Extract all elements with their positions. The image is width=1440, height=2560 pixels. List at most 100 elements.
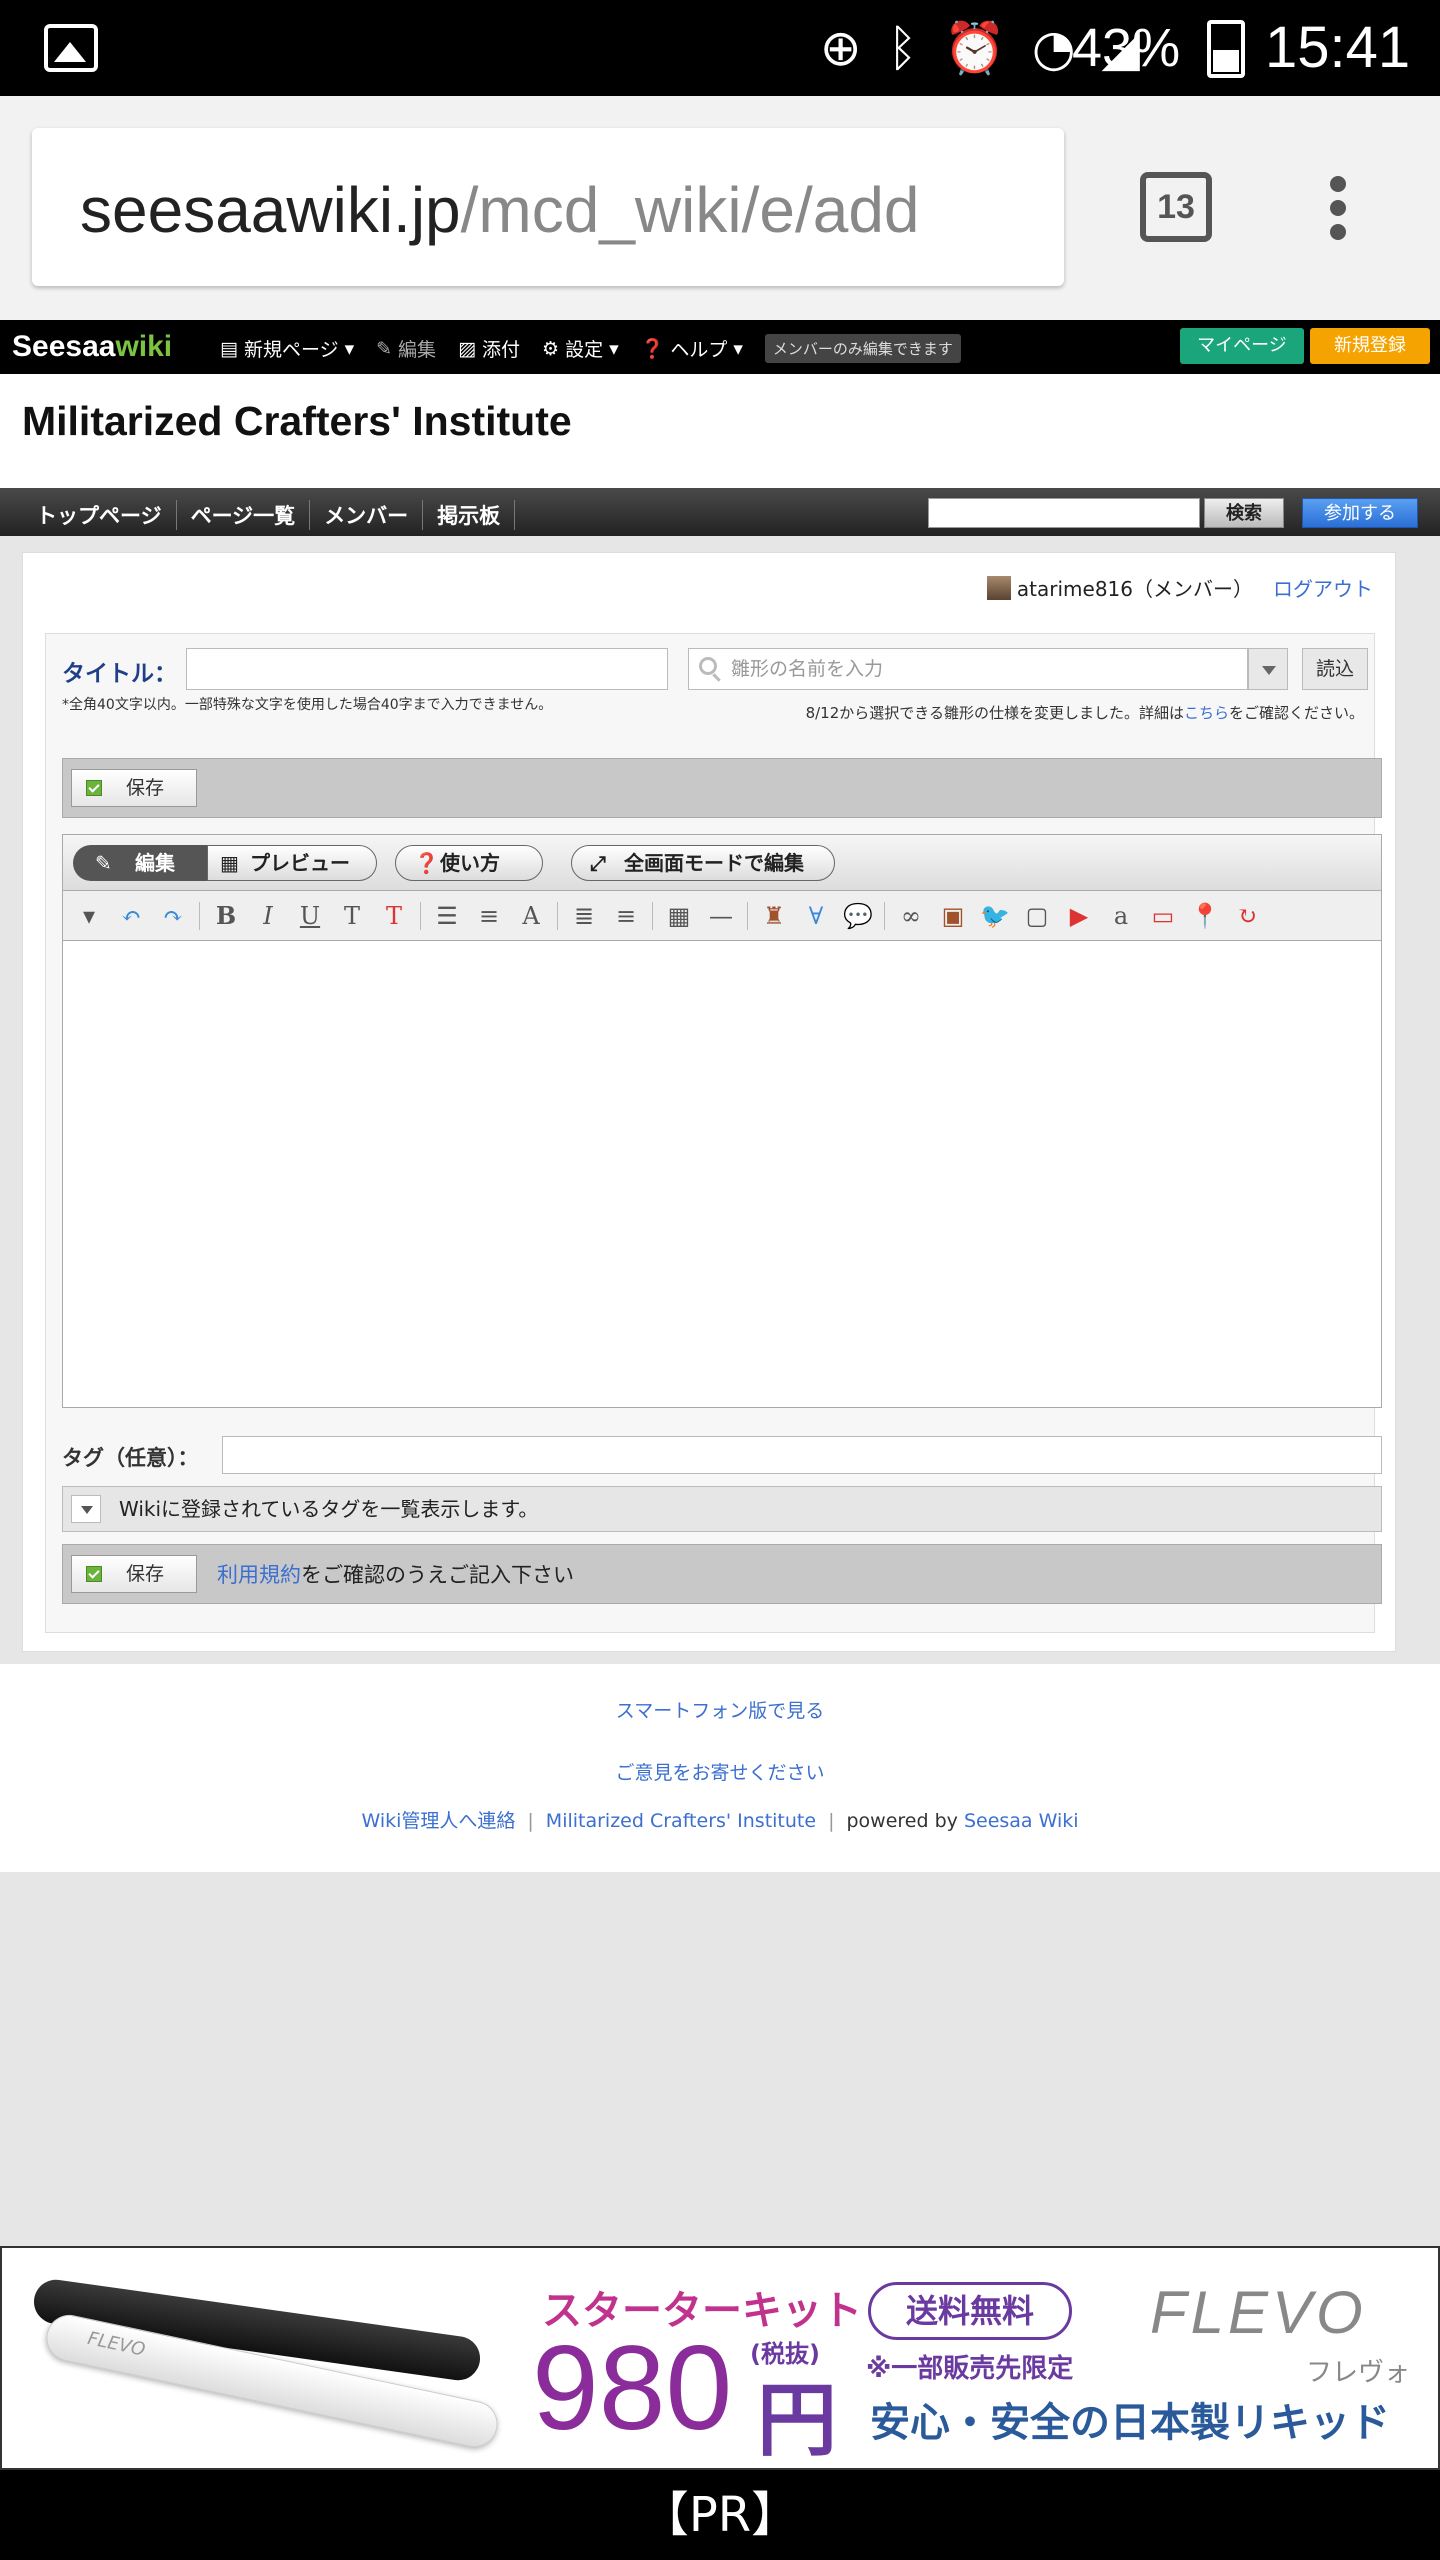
details-link[interactable]: こちら (1184, 704, 1229, 722)
image-icon[interactable]: ▣ (937, 900, 969, 932)
tag-input[interactable] (222, 1436, 1382, 1474)
status-bar: ⊕ ᛒ ⏰ ◔ ◢ 43% 15:41 (0, 0, 1440, 96)
logout-link[interactable]: ログアウト (1273, 573, 1373, 602)
caret-down-icon: ▾ (733, 337, 743, 360)
toolbar-divider (652, 901, 653, 930)
ad-price: 980 (532, 2321, 733, 2455)
nav-top-page[interactable]: トップページ (22, 500, 177, 530)
toolbar-divider (557, 901, 558, 930)
site-title[interactable]: Militarized Crafters' Institute (22, 398, 572, 445)
toolbar-divider (420, 901, 421, 930)
toolbar-divider (884, 901, 885, 930)
terms-link[interactable]: 利用規約 (217, 1563, 301, 1587)
main-content: atarime816（メンバー） ログアウト タイトル： *全角40文字以内。一… (22, 552, 1396, 1652)
link-icon[interactable]: ∞ (895, 900, 927, 932)
search-button[interactable]: 検索 (1204, 498, 1284, 528)
alarm-icon: ⏰ (943, 19, 1006, 77)
search-icon (699, 657, 717, 675)
seesaa-wiki-logo[interactable]: Seesaawiki (12, 330, 172, 364)
browser-menu-icon[interactable] (1330, 176, 1350, 240)
terms-notice: 利用規約をご確認のうえご記入下さい (217, 1563, 574, 1587)
ad-brand-logo: FLEVO (1150, 2279, 1367, 2346)
wifi-icon: ◔ (1031, 19, 1076, 77)
attach-menu[interactable]: ▨ 添付 (458, 335, 520, 362)
font-size-icon[interactable]: T (336, 900, 368, 932)
emoticon-icon[interactable]: ∀ (800, 900, 832, 932)
table-icon[interactable]: ▦ (663, 900, 695, 932)
tab-edit[interactable]: ✎ 編集 (73, 845, 207, 881)
stamp-icon[interactable]: ♜ (758, 900, 790, 932)
new-page-menu[interactable]: ▤ 新規ページ ▾ (220, 335, 354, 362)
browser-toolbar: seesaawiki.jp/mcd_wiki/e/add 13 (0, 96, 1440, 320)
contact-admin-link[interactable]: Wiki管理人へ連絡 (361, 1810, 515, 1832)
edit-menu[interactable]: ✎ 編集 (376, 335, 436, 362)
mypage-button[interactable]: マイページ (1180, 328, 1304, 364)
title-input[interactable] (186, 648, 668, 690)
footer: スマートフォン版で見る ご意見をお寄せください Wiki管理人へ連絡 | Milit… (0, 1664, 1440, 1872)
bold-icon[interactable]: B (210, 900, 242, 932)
editor-textarea[interactable] (63, 941, 1381, 1407)
text-color-icon[interactable]: T (378, 900, 410, 932)
tag-list-toggle[interactable]: Wikiに登録されているタグを一覧表示します。 (62, 1486, 1382, 1532)
pr-label: 【PR】 (0, 2470, 1440, 2560)
twitter-icon[interactable]: 🐦 (979, 900, 1011, 932)
check-icon (86, 780, 102, 796)
tab-preview[interactable]: ▦ プレビュー (207, 845, 377, 881)
tab-switcher-button[interactable]: 13 (1140, 172, 1212, 242)
toolbar-divider (199, 901, 200, 930)
bullet-list-icon[interactable]: ☰ (431, 900, 463, 932)
media-icon[interactable]: ▭ (1147, 900, 1179, 932)
clock: 15:41 (1265, 15, 1411, 80)
align-center-icon[interactable]: ≣ (568, 900, 600, 932)
template-dropdown-button[interactable] (1248, 648, 1288, 690)
format-dropdown-icon[interactable]: ▾ (73, 900, 105, 932)
url-text: seesaawiki.jp/mcd_wiki/e/add (80, 174, 920, 246)
caret-down-icon: ▾ (344, 337, 355, 360)
nav-page-list[interactable]: ページ一覧 (177, 500, 311, 530)
template-input[interactable]: 雛形の名前を入力 (688, 648, 1248, 690)
refresh-icon[interactable]: ↻ (1231, 900, 1263, 932)
heading-icon[interactable]: A (515, 900, 547, 932)
signup-button[interactable]: 新規登録 (1310, 328, 1430, 364)
undo-icon[interactable]: ↶ (115, 900, 147, 932)
load-button[interactable]: 読込 (1302, 648, 1368, 690)
edit-icon: ✎ (376, 337, 393, 360)
map-pin-icon[interactable]: 📍 (1189, 900, 1221, 932)
footer-site-link[interactable]: Militarized Crafters' Institute (546, 1810, 816, 1832)
youtube-icon[interactable]: ▶ (1063, 900, 1095, 932)
check-icon (86, 1566, 102, 1582)
editor-toolbar: ▾ ↶ ↷ B I U T T ☰ ≡ A ≣ ≡ ▦ — ♜ ∀ 💬 ∞ ▣ … (63, 891, 1381, 941)
numbered-list-icon[interactable]: ≡ (473, 900, 505, 932)
embed-icon[interactable]: ▢ (1021, 900, 1053, 932)
smartphone-view-link[interactable]: スマートフォン版で見る (0, 1696, 1440, 1723)
wiki-editor: ✎ 編集 ▦ プレビュー ❓ 使い方 ⤢ 全画面モードで編集 ▾ ↶ ↷ B I U T… (62, 834, 1382, 1408)
nav-members[interactable]: メンバー (310, 500, 424, 530)
tag-label: タグ（任意）： (62, 1446, 199, 1470)
settings-menu[interactable]: ⚙ 設定 ▾ (542, 335, 619, 362)
title-note: *全角40文字以内。一部特殊な文字を使用した場合40字まで入力できません。 (62, 697, 553, 713)
nav-bbs[interactable]: 掲示板 (423, 500, 516, 530)
advertisement-banner[interactable]: FLEVO スターターキット 980 (税抜) 円 送料無料 ※一部販売先限定 … (0, 2246, 1440, 2470)
redo-icon[interactable]: ↷ (157, 900, 189, 932)
italic-icon[interactable]: I (252, 900, 284, 932)
ad-free-shipping: 送料無料 (868, 2282, 1072, 2340)
help-menu[interactable]: ❓ ヘルプ ▾ (641, 335, 743, 362)
join-button[interactable]: 参加する (1302, 498, 1418, 528)
user-info: atarime816（メンバー） ログアウト (986, 573, 1373, 602)
comment-icon[interactable]: 💬 (842, 900, 874, 932)
address-bar[interactable]: seesaawiki.jp/mcd_wiki/e/add (32, 128, 1064, 286)
editor-tabs: ✎ 編集 ▦ プレビュー ❓ 使い方 ⤢ 全画面モードで編集 (63, 835, 1381, 891)
ad-limited: ※一部販売先限定 (866, 2354, 1074, 2384)
seesaa-wiki-link[interactable]: Seesaa Wiki (964, 1810, 1079, 1832)
search-input[interactable] (928, 498, 1200, 528)
amazon-icon[interactable]: a (1105, 900, 1137, 932)
usage-button[interactable]: ❓ 使い方 (395, 845, 543, 881)
save-button-bottom[interactable]: 保存 (71, 1555, 197, 1593)
feedback-link[interactable]: ご意見をお寄せください (0, 1758, 1440, 1785)
footer-links: Wiki管理人へ連絡 | Militarized Crafters' Institu… (361, 1810, 1079, 1832)
align-right-icon[interactable]: ≡ (610, 900, 642, 932)
underline-icon[interactable]: U (294, 900, 326, 932)
save-button[interactable]: 保存 (71, 769, 197, 807)
horizontal-rule-icon[interactable]: — (705, 900, 737, 932)
fullscreen-button[interactable]: ⤢ 全画面モードで編集 (571, 845, 835, 881)
